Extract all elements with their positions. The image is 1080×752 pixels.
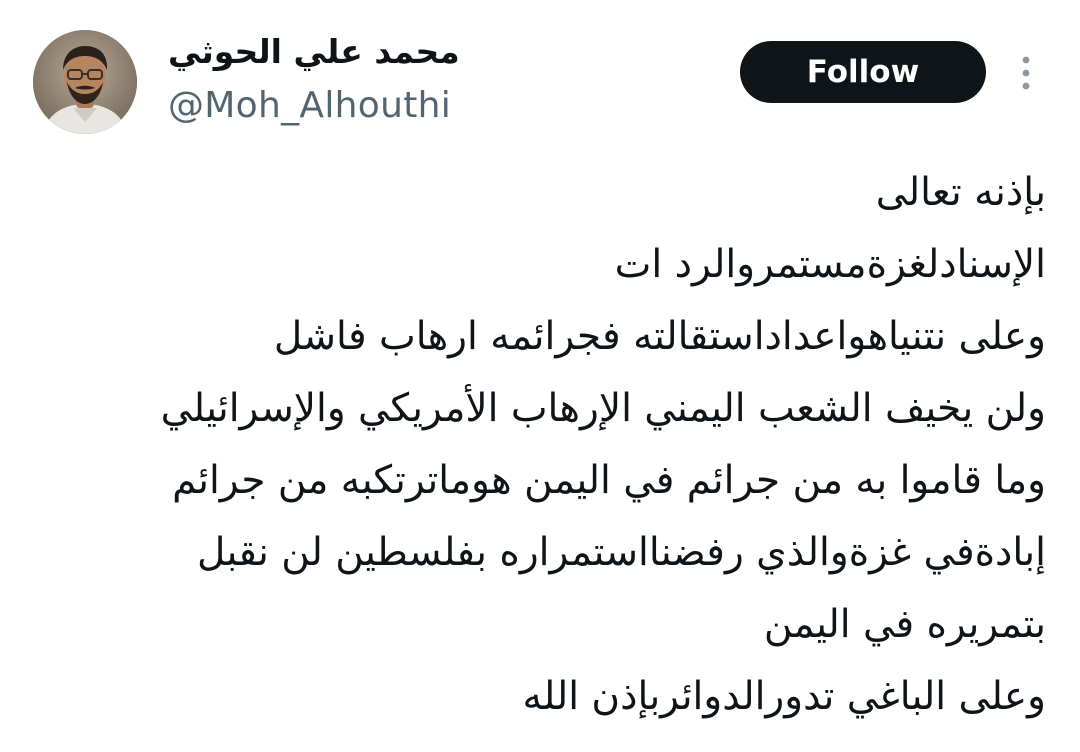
avatar-photo-icon xyxy=(33,30,137,134)
tweet-line: وعلى الباغي تدورالدوائربإذن الله xyxy=(522,674,1047,719)
tweet-line: الإسنادلغزةمستمروالرد ات xyxy=(614,242,1046,287)
tweet-line: بإذنه تعالى xyxy=(875,170,1046,215)
author-display-name[interactable]: محمد علي الحوثي xyxy=(168,32,468,72)
tweet-line: وعلى نتنياهواعداداستقالته فجرائمه ارهاب … xyxy=(273,314,1046,359)
tweet-line: وما قاموا به من جرائم في اليمن هوماترتكب… xyxy=(172,458,1046,503)
tweet-line: إبادةفي غزةوالذي رفضنااستمراره بفلسطين ل… xyxy=(197,530,1046,575)
tweet-line: بتمريره في اليمن xyxy=(763,602,1046,647)
tweet-header: محمد علي الحوثي @Moh_Alhouthi Follow xyxy=(0,0,1080,150)
more-vertical-icon[interactable] xyxy=(1014,54,1038,92)
author-handle[interactable]: @Moh_Alhouthi xyxy=(168,84,451,128)
author-avatar[interactable] xyxy=(33,30,137,134)
tweet-text: بإذنه تعالى الإسنادلغزةمستمروالرد ات وعل… xyxy=(26,157,1046,733)
follow-button[interactable]: Follow xyxy=(740,41,986,103)
tweet-line: ولن يخيف الشعب اليمني الإرهاب الأمريكي و… xyxy=(160,386,1046,431)
